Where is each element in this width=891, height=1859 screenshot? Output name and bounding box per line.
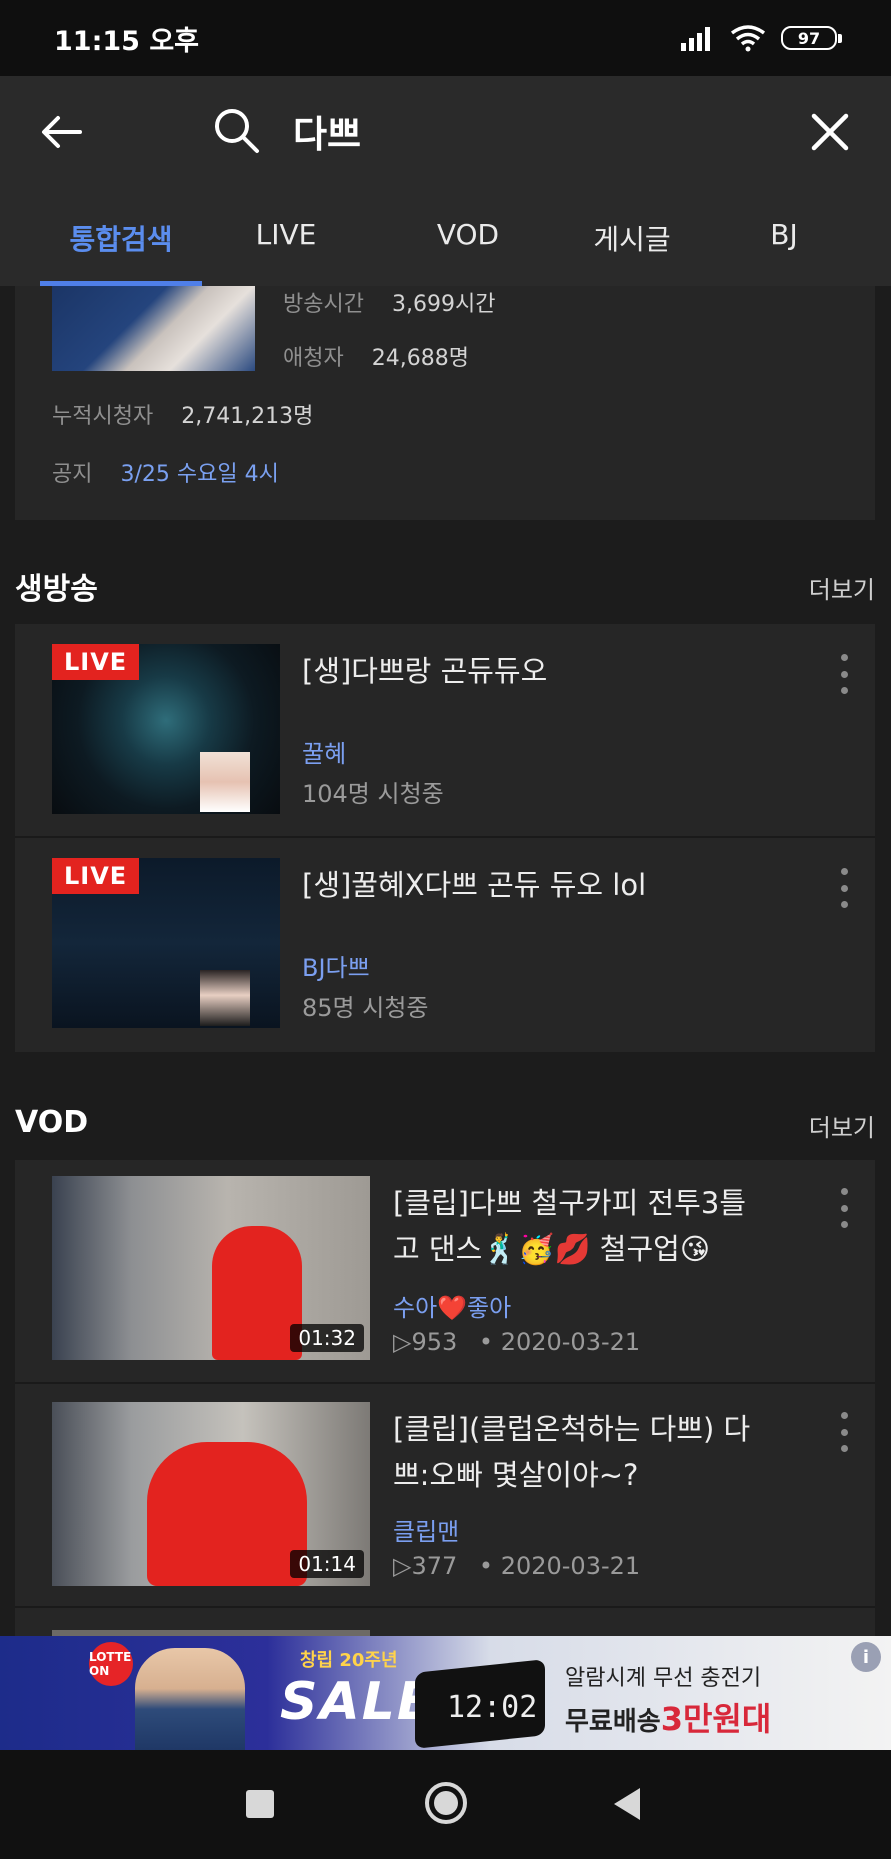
vod-duration: 01:32 bbox=[290, 1324, 364, 1352]
ad-banner[interactable]: LOTTE ON 창립 20주년 SALE 12:02 알람시계 무선 충전기 … bbox=[0, 1636, 891, 1750]
status-icons: 97 bbox=[679, 24, 842, 52]
more-options-icon[interactable] bbox=[841, 1412, 849, 1452]
vod-stats: ▷953 • 2020-03-21 bbox=[393, 1328, 640, 1356]
fans-stat: 애청자 24,688명 bbox=[283, 346, 469, 371]
ad-person-image bbox=[135, 1648, 245, 1750]
close-icon[interactable] bbox=[804, 106, 856, 158]
more-options-icon[interactable] bbox=[841, 868, 849, 908]
back-button[interactable] bbox=[614, 1788, 640, 1820]
live-viewers: 104명 시청중 bbox=[302, 780, 444, 808]
vod-item-partial bbox=[15, 1608, 875, 1636]
tab-vod[interactable]: VOD bbox=[406, 194, 530, 286]
vod-item[interactable]: 01:32 [클립]다쁘 철구카피 전투3틀 고 댄스🕺🥳💋 철구업😘 수아❤️… bbox=[15, 1160, 875, 1382]
vod-thumbnail[interactable]: 01:32 bbox=[52, 1176, 370, 1360]
live-item[interactable]: LIVE [생]다쁘랑 곤듀듀오 꿀혜 104명 시청중 bbox=[15, 624, 875, 836]
live-channel[interactable]: 꿀혜 bbox=[302, 734, 346, 769]
tab-posts[interactable]: 게시글 bbox=[570, 194, 694, 286]
total-viewers-stat: 누적시청자 2,741,213명 bbox=[52, 404, 314, 429]
thumbnail-figure bbox=[147, 1442, 307, 1586]
more-options-icon[interactable] bbox=[841, 1188, 849, 1228]
more-options-icon[interactable] bbox=[841, 654, 849, 694]
live-viewers: 85명 시청중 bbox=[302, 994, 429, 1022]
vod-title[interactable]: [클립]다쁘 철구카피 전투3틀 고 댄스🕺🥳💋 철구업😘 bbox=[393, 1180, 746, 1272]
ad-clock-text: 12:02 bbox=[447, 1690, 538, 1725]
search-input[interactable]: 다쁘 bbox=[293, 104, 361, 158]
streamer-cam bbox=[200, 970, 250, 1026]
vod-date: • 2020-03-21 bbox=[478, 1552, 641, 1580]
vod-channel[interactable]: 수아❤️좋아 bbox=[393, 1288, 511, 1323]
thumbnail-figure bbox=[212, 1226, 302, 1360]
vod-stats: ▷377 • 2020-03-21 bbox=[393, 1552, 640, 1580]
live-more-link[interactable]: 더보기 bbox=[809, 570, 875, 605]
bj-profile-card[interactable]: 방송시간 3,699시간 애청자 24,688명 누적시청자 2,741,213명 공… bbox=[15, 286, 875, 520]
battery-indicator: 97 bbox=[781, 26, 842, 50]
live-title[interactable]: [생]다쁘랑 곤듀듀오 bbox=[302, 648, 547, 694]
live-badge: LIVE bbox=[52, 644, 140, 680]
vod-channel[interactable]: 클립맨 bbox=[393, 1512, 459, 1547]
live-channel[interactable]: BJ다쁘 bbox=[302, 948, 370, 983]
status-bar: 11:15 오후 97 bbox=[0, 0, 891, 76]
tab-bj[interactable]: BJ bbox=[734, 194, 834, 286]
status-time: 11:15 오후 bbox=[54, 25, 200, 57]
ad-price: 무료배송3만원대 bbox=[565, 1700, 772, 1738]
live-thumbnail[interactable]: LIVE bbox=[52, 858, 280, 1028]
back-arrow-icon[interactable] bbox=[36, 106, 88, 158]
vod-thumbnail[interactable]: 01:14 bbox=[52, 1402, 370, 1586]
vod-more-link[interactable]: 더보기 bbox=[809, 1108, 875, 1143]
profile-image bbox=[52, 286, 255, 371]
ad-sale-text: SALE bbox=[280, 1672, 435, 1732]
live-title[interactable]: [생]꿀혜X다쁘 곤듀 듀오 lol bbox=[302, 862, 646, 908]
streamer-cam bbox=[200, 752, 250, 812]
search-bar: 다쁘 bbox=[0, 76, 891, 186]
signal-icon bbox=[681, 27, 710, 51]
vod-views: ▷953 bbox=[393, 1328, 458, 1356]
ad-logo: LOTTE ON bbox=[89, 1642, 133, 1686]
vod-date: • 2020-03-21 bbox=[478, 1328, 641, 1356]
live-thumbnail[interactable]: LIVE bbox=[52, 644, 280, 814]
vod-duration: 01:14 bbox=[290, 1550, 364, 1578]
vod-views: ▷377 bbox=[393, 1552, 458, 1580]
wifi-icon bbox=[730, 25, 766, 52]
system-nav-bar bbox=[0, 1750, 891, 1859]
live-section-title: 생방송 bbox=[15, 572, 98, 607]
tab-live[interactable]: LIVE bbox=[224, 194, 348, 286]
home-button[interactable] bbox=[425, 1782, 467, 1824]
vod-section-title: VOD bbox=[15, 1105, 89, 1140]
ad-tagline: 창립 20주년 bbox=[300, 1650, 398, 1671]
search-icon bbox=[215, 109, 259, 153]
vod-title[interactable]: [클립](클럽온척하는 다쁘) 다 쁘:오빠 몇살이야~? bbox=[393, 1406, 750, 1498]
ad-info-icon[interactable]: i bbox=[851, 1642, 881, 1672]
ad-description: 알람시계 무선 충전기 bbox=[565, 1666, 762, 1691]
search-header: 다쁘 통합검색 LIVE VOD 게시글 BJ bbox=[0, 76, 891, 286]
search-tabs: 통합검색 LIVE VOD 게시글 BJ bbox=[0, 194, 891, 286]
notice-stat: 공지 3/25 수요일 4시 bbox=[52, 462, 279, 487]
recents-button[interactable] bbox=[246, 1790, 274, 1818]
search-results-page: 11:15 오후 97 다쁘 통합검색 LIVE VOD 게시글 BJ 방송시간… bbox=[0, 0, 891, 1859]
live-item[interactable]: LIVE [생]꿀혜X다쁘 곤듀 듀오 lol BJ다쁘 85명 시청중 bbox=[15, 838, 875, 1052]
broadcast-time-stat: 방송시간 3,699시간 bbox=[283, 292, 496, 317]
live-badge: LIVE bbox=[52, 858, 140, 894]
vod-item[interactable]: 01:14 [클립](클럽온척하는 다쁘) 다 쁘:오빠 몇살이야~? 클립맨 … bbox=[15, 1384, 875, 1606]
ad-content[interactable]: LOTTE ON 창립 20주년 SALE 12:02 알람시계 무선 충전기 … bbox=[85, 1636, 805, 1750]
tab-integrated[interactable]: 통합검색 bbox=[40, 194, 202, 286]
